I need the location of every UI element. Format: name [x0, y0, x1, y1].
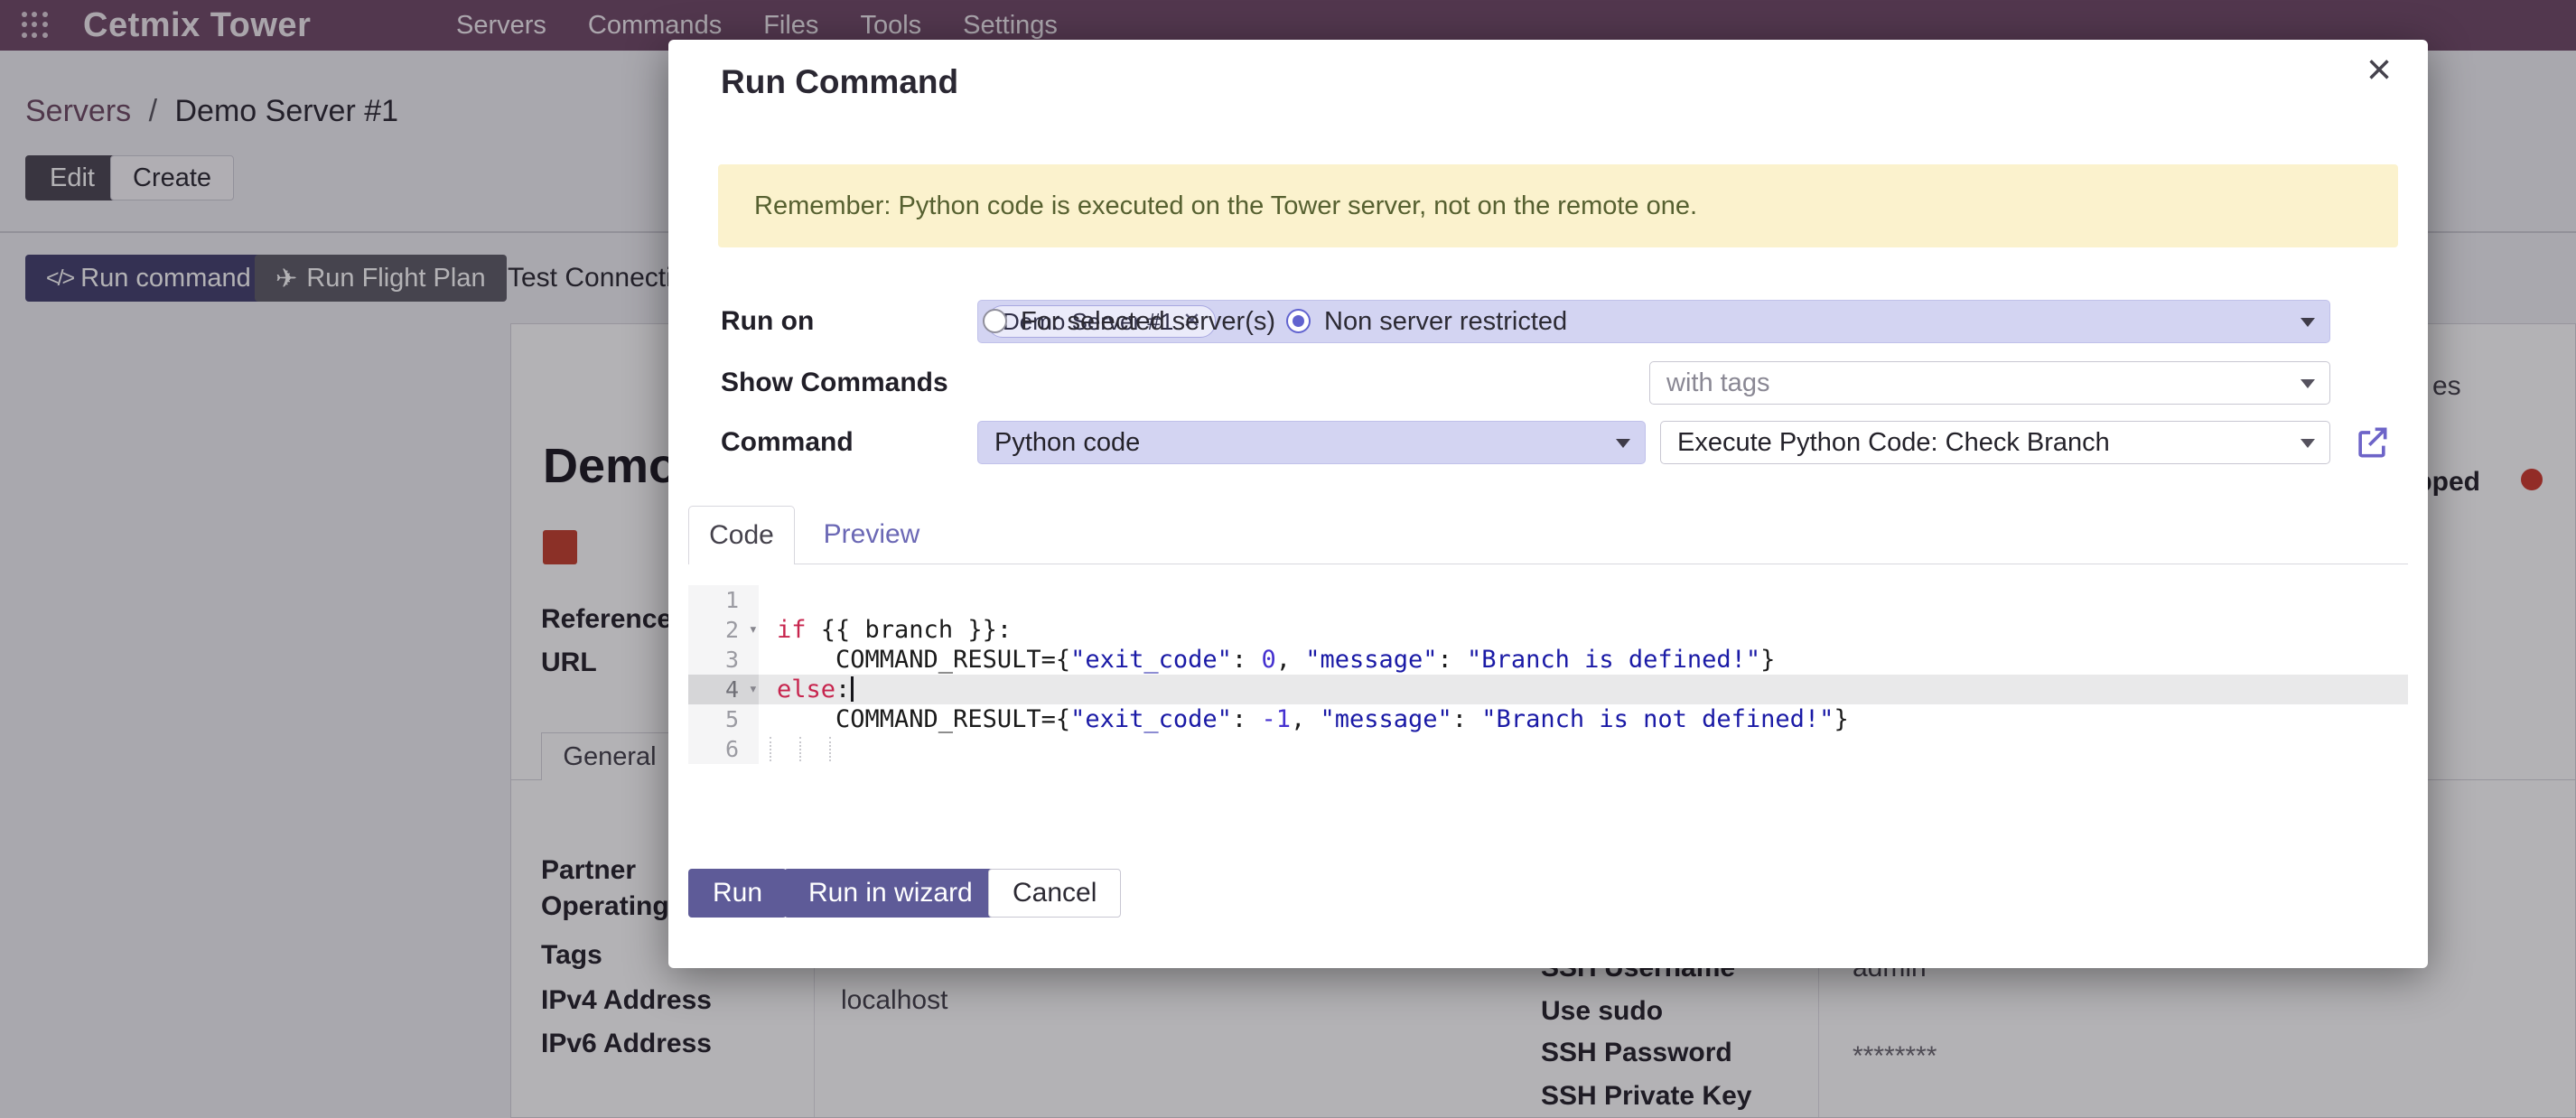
editor-line[interactable]: 2▾if {{ branch }}: [688, 615, 2408, 645]
tab-code[interactable]: Code [688, 506, 795, 564]
indent-guide [829, 737, 831, 761]
radio-non-server-restricted[interactable] [1286, 309, 1311, 333]
line-number: 3 [688, 645, 759, 675]
editor-line[interactable]: 4▾else: [688, 675, 2408, 704]
indent-guide [799, 737, 801, 761]
line-number: 6 [688, 734, 759, 764]
chevron-down-icon [2301, 379, 2315, 388]
external-link-icon[interactable] [2352, 423, 2392, 462]
fold-arrow-icon[interactable]: ▾ [749, 675, 758, 704]
close-icon: × [2366, 46, 2392, 94]
chevron-down-icon [1616, 439, 1630, 448]
line-number: 4▾ [688, 675, 759, 704]
chevron-down-icon [2301, 439, 2315, 448]
radio-for-selected-servers-label[interactable]: For selected server(s) [1021, 300, 1275, 343]
command-select[interactable]: Execute Python Code: Check Branch [1660, 421, 2330, 464]
indent-guide [770, 737, 771, 761]
page: Cetmix Tower Servers Commands Files Tool… [0, 0, 2576, 1118]
python-warning-alert: Remember: Python code is executed on the… [718, 164, 2398, 247]
command-value: Execute Python Code: Check Branch [1677, 428, 2110, 457]
modal-title: Run Command [721, 63, 958, 101]
run-on-label: Run on [721, 300, 814, 343]
editor-line[interactable]: 6 [688, 734, 2408, 764]
line-number: 2▾ [688, 615, 759, 645]
editor-line[interactable]: 1 [688, 585, 2408, 615]
modal-close-button[interactable]: × [2366, 49, 2392, 92]
radio-for-selected-servers[interactable] [983, 309, 1007, 333]
cancel-button[interactable]: Cancel [988, 869, 1121, 918]
editor-line[interactable]: 3 COMMAND_RESULT={"exit_code": 0, "messa… [688, 645, 2408, 675]
chevron-down-icon [2301, 318, 2315, 327]
with-tags-placeholder: with tags [1666, 368, 1769, 397]
text-cursor [851, 676, 854, 702]
code-editor[interactable]: 12▾if {{ branch }}:3 COMMAND_RESULT={"ex… [688, 585, 2408, 766]
editor-line[interactable]: 5 COMMAND_RESULT={"exit_code": -1, "mess… [688, 704, 2408, 734]
radio-non-server-restricted-label[interactable]: Non server restricted [1324, 300, 1567, 343]
command-type-select[interactable]: Python code [977, 421, 1646, 464]
show-commands-label: Show Commands [721, 361, 948, 405]
line-number: 1 [688, 585, 759, 615]
command-type-value: Python code [994, 428, 1140, 457]
run-button[interactable]: Run [688, 869, 787, 918]
run-command-modal: Run Command × Remember: Python code is e… [668, 40, 2428, 968]
command-label: Command [721, 421, 854, 464]
fold-arrow-icon[interactable]: ▾ [749, 615, 758, 645]
tab-preview[interactable]: Preview [806, 506, 938, 564]
line-number: 5 [688, 704, 759, 734]
run-in-wizard-button[interactable]: Run in wizard [784, 869, 997, 918]
with-tags-select[interactable]: with tags [1649, 361, 2330, 405]
